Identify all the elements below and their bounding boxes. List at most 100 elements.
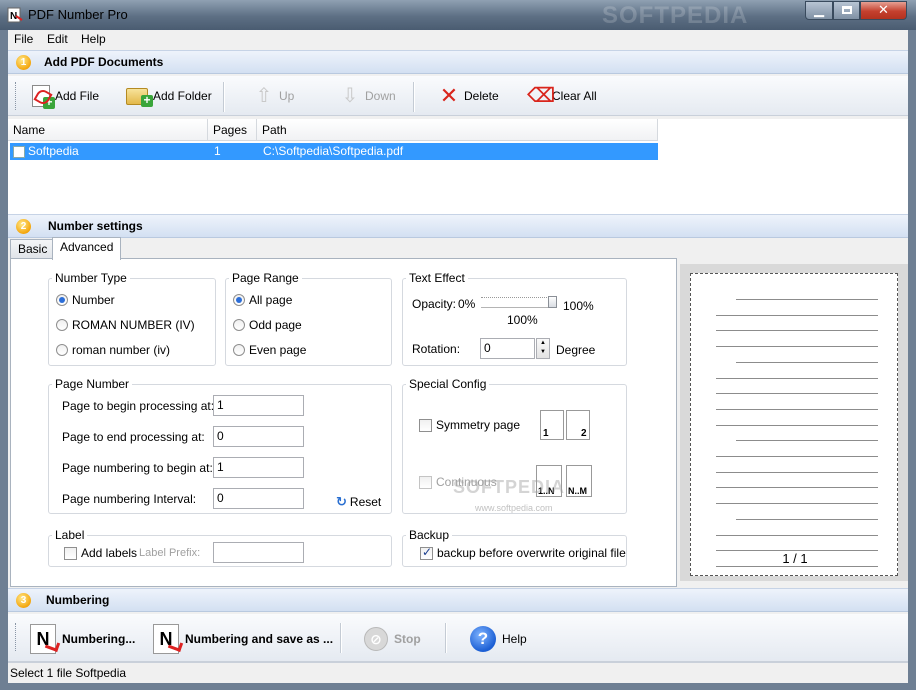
column-header-pages[interactable]: Pages	[208, 119, 257, 141]
advanced-settings-panel: Number Type Number ROMAN NUMBER (IV) rom…	[10, 258, 677, 587]
delete-label: Delete	[464, 89, 499, 103]
tab-basic[interactable]: Basic	[10, 239, 56, 259]
preview-text-line	[716, 487, 878, 489]
page-number-text: 2	[581, 428, 587, 439]
add-folder-label: Add Folder	[153, 89, 212, 103]
interval-input[interactable]: 0	[213, 488, 304, 509]
clear-all-button[interactable]: ⌫ Clear All	[527, 84, 597, 108]
numbering-begin-label: Page numbering to begin at:	[62, 461, 213, 475]
settings-tabs: Basic Advanced	[8, 237, 908, 260]
menu-help[interactable]: Help	[81, 32, 106, 46]
opacity-min-label: 0%	[458, 297, 476, 311]
radio-label: Even page	[249, 343, 307, 357]
opacity-slider[interactable]	[481, 294, 557, 308]
numbering-toolbar: N Numbering... N Numbering and save as .…	[8, 614, 908, 662]
file-list[interactable]: Name Pages Path Softpedia 1 C:\Softpedia…	[8, 119, 908, 215]
radio-even-page[interactable]: Even page	[233, 343, 306, 357]
symmetry-right-page-icon: 2	[566, 410, 590, 440]
section-title: Number settings	[48, 219, 143, 233]
radio-label: roman number (iv)	[72, 343, 171, 357]
menu-file[interactable]: File	[14, 32, 33, 46]
numbering-button[interactable]: N Numbering...	[30, 624, 135, 654]
page-counter: 1 / 1	[782, 551, 808, 566]
title-bar[interactable]: N PDF Number Pro SOFTPEDIA ▁ ✕	[0, 0, 916, 30]
radio-label: ROMAN NUMBER (IV)	[72, 318, 195, 332]
numbering-begin-input[interactable]: 1	[213, 457, 304, 478]
documents-toolbar: + Add File + Add Folder ⇧ Up ⇩ Down ✕ De…	[8, 76, 908, 116]
add-folder-button[interactable]: + Add Folder	[126, 84, 212, 108]
stop-button[interactable]: ⊘ Stop	[364, 624, 421, 654]
preview-text-line	[716, 456, 878, 457]
up-button[interactable]: ⇧ Up	[254, 84, 295, 108]
preview-text-line	[716, 503, 878, 505]
stop-icon: ⊘	[364, 627, 388, 651]
add-file-button[interactable]: + Add File	[32, 84, 100, 109]
tab-advanced[interactable]: Advanced	[52, 237, 122, 260]
rotation-spinner[interactable]: ▲ ▼	[536, 338, 550, 359]
watermark-text: SOFTPEDIA	[602, 2, 749, 29]
cell-pages: 1	[214, 144, 221, 158]
radio-label: Odd page	[249, 318, 302, 332]
group-label: Backup	[406, 528, 453, 542]
radio-indicator	[56, 344, 68, 356]
radio-label: Number	[72, 293, 115, 307]
close-button[interactable]: ✕	[860, 1, 907, 20]
radio-all-page[interactable]: All page	[233, 293, 292, 307]
toolbar-separator	[340, 623, 342, 653]
app-icon: N	[7, 7, 23, 23]
numbering-save-as-button[interactable]: N Numbering and save as ...	[153, 624, 333, 654]
backup-checkbox[interactable]: backup before overwrite original file	[420, 545, 626, 560]
minimize-button[interactable]: ▁	[805, 1, 833, 20]
column-header-path[interactable]: Path	[257, 119, 658, 141]
help-label: Help	[502, 632, 527, 646]
label-prefix-input[interactable]	[213, 542, 304, 563]
radio-number[interactable]: Number	[56, 293, 115, 307]
text-effect-group: Text Effect Opacity: 0% 100% 100% Rotati…	[402, 271, 627, 366]
up-label: Up	[279, 89, 295, 103]
delete-button[interactable]: ✕ Delete	[439, 84, 499, 108]
down-button[interactable]: ⇩ Down	[340, 84, 396, 108]
help-icon: ?	[470, 626, 496, 652]
help-button[interactable]: ? Help	[470, 624, 527, 654]
maximize-button[interactable]	[833, 1, 860, 20]
section-add-documents: 1 Add PDF Documents	[8, 50, 908, 74]
add-labels-checkbox[interactable]: Add labels	[64, 546, 137, 560]
checkbox-indicator	[420, 545, 433, 560]
reset-button[interactable]: ↻ Reset	[336, 494, 381, 510]
rotation-input[interactable]: 0	[480, 338, 535, 359]
status-text: Select 1 file Softpedia	[10, 666, 127, 680]
preview-text-line	[716, 330, 878, 332]
group-label: Page Number	[52, 377, 133, 391]
watermark-url: www.softpedia.com	[475, 503, 553, 513]
section-title: Numbering	[46, 593, 110, 607]
checkbox-label: backup before overwrite original file	[437, 546, 626, 560]
table-row[interactable]: Softpedia 1 C:\Softpedia\Softpedia.pdf	[10, 143, 658, 160]
add-file-label: Add File	[55, 89, 100, 103]
preview-text-line	[716, 314, 878, 316]
label-group: Label Add labels Label Prefix:	[48, 528, 392, 567]
menu-bar: File Edit Help	[8, 30, 908, 50]
slider-thumb[interactable]	[548, 296, 557, 308]
group-label: Text Effect	[406, 271, 468, 285]
radio-odd-page[interactable]: Odd page	[233, 318, 302, 332]
toolbar-grip[interactable]	[15, 82, 18, 110]
begin-processing-input[interactable]: 1	[213, 395, 304, 416]
radio-label: All page	[249, 293, 293, 307]
menu-edit[interactable]: Edit	[47, 32, 68, 46]
column-header-name[interactable]: Name	[8, 119, 208, 141]
cell-path: C:\Softpedia\Softpedia.pdf	[263, 144, 404, 158]
symmetry-checkbox[interactable]: Symmetry page	[419, 418, 520, 432]
preview-text-line	[716, 471, 878, 473]
client-area: File Edit Help 1 Add PDF Documents + Add…	[8, 30, 908, 683]
radio-roman-lower[interactable]: roman number (iv)	[56, 343, 170, 357]
add-folder-icon: +	[126, 87, 153, 107]
toolbar-grip[interactable]	[15, 623, 18, 651]
toolbar-separator	[413, 82, 415, 112]
radio-roman-upper[interactable]: ROMAN NUMBER (IV)	[56, 318, 195, 332]
radio-indicator	[233, 319, 245, 331]
step-3-badge: 3	[16, 593, 31, 608]
watermark-text: SOFTPEDIA	[453, 477, 566, 497]
stop-label: Stop	[394, 632, 421, 646]
section-numbering: 3 Numbering	[8, 588, 908, 612]
end-processing-input[interactable]: 0	[213, 426, 304, 447]
